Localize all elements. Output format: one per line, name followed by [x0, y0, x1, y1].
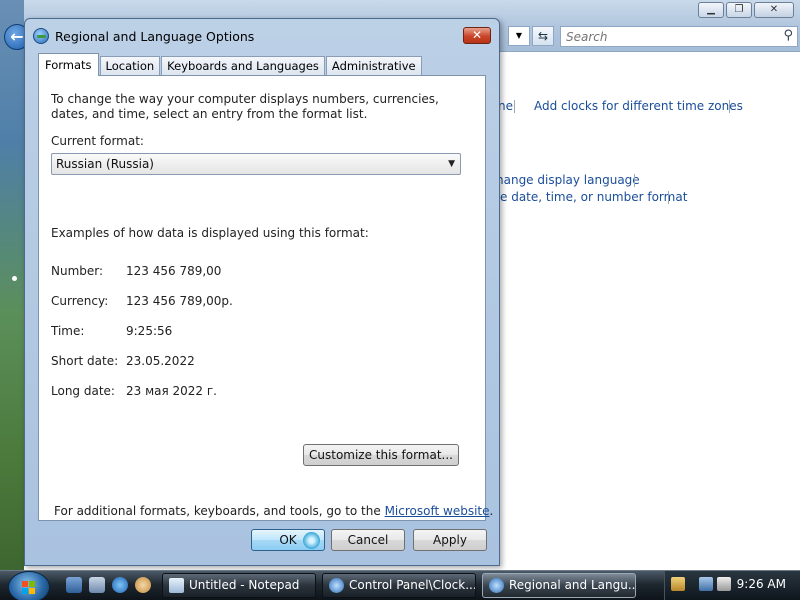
refresh-icon[interactable]: ⇆	[532, 26, 554, 46]
task-control-panel[interactable]: Control Panel\Clock...	[322, 573, 476, 598]
short-date-label: Short date:	[51, 354, 119, 368]
formats-panel: To change the way your computer displays…	[38, 75, 493, 521]
show-desktop-icon[interactable]	[66, 577, 82, 593]
user-avatar-icon[interactable]	[135, 577, 151, 593]
clock[interactable]: 9:26 AM	[737, 577, 786, 591]
microsoft-website-link[interactable]: Microsoft website	[385, 504, 490, 518]
link-separator	[514, 100, 515, 113]
footer-text: For additional formats, keyboards, and t…	[54, 504, 493, 518]
sidebar-dot	[12, 276, 17, 281]
short-date-value: 23.05.2022	[126, 354, 195, 368]
start-button[interactable]	[8, 571, 50, 600]
windows-logo-icon	[22, 581, 36, 594]
window-controls: ▁ ❐ ✕	[698, 2, 794, 18]
link-change-format[interactable]: e date, time, or number format	[500, 190, 687, 204]
window-close-button[interactable]: ✕	[754, 2, 794, 18]
tab-strip: Formats Location Keyboards and Languages…	[38, 53, 423, 76]
cursor-busy-icon	[303, 532, 320, 549]
security-alert-icon[interactable]	[671, 577, 685, 591]
link-separator	[634, 174, 635, 187]
dialog-title: Regional and Language Options	[55, 28, 255, 44]
switch-windows-icon[interactable]	[89, 577, 105, 593]
ok-label: OK	[279, 533, 297, 547]
task-notepad-label: Untitled - Notepad	[189, 578, 300, 592]
link-time-zone-fragment[interactable]: ne	[498, 99, 513, 113]
tab-administrative[interactable]: Administrative	[325, 56, 422, 76]
number-value: 123 456 789,00	[126, 264, 222, 278]
system-tray: 9:26 AM	[664, 571, 800, 600]
globe-icon	[489, 578, 504, 593]
link-separator	[668, 191, 669, 204]
minimize-button[interactable]: ▁	[698, 2, 724, 18]
ok-button[interactable]: OK	[251, 529, 325, 551]
current-format-value: Russian (Russia)	[56, 157, 154, 171]
number-label: Number:	[51, 264, 104, 278]
formats-description: To change the way your computer displays…	[51, 92, 439, 121]
currency-value: 123 456 789,00р.	[126, 294, 233, 308]
tab-formats[interactable]: Formats	[38, 53, 99, 76]
current-format-label: Current format:	[51, 134, 144, 148]
desktop-background-strip	[0, 0, 24, 570]
tab-location[interactable]: Location	[99, 56, 161, 76]
current-format-select[interactable]: Russian (Russia) ▼	[51, 153, 461, 175]
link-change-display-language[interactable]: hange display language	[496, 173, 640, 187]
footer-text-end: .	[489, 504, 494, 518]
task-notepad[interactable]: Untitled - Notepad	[162, 573, 316, 598]
chevron-down-icon[interactable]: ▼	[448, 154, 455, 174]
regional-language-dialog: Regional and Language Options ✕ Formats …	[24, 18, 500, 566]
time-label: Time:	[51, 324, 85, 338]
task-regional-options-label: Regional and Langu...	[509, 578, 636, 592]
task-control-panel-label: Control Panel\Clock...	[349, 578, 476, 592]
network-icon[interactable]	[699, 577, 713, 591]
search-box[interactable]: ⚲	[560, 26, 798, 47]
internet-explorer-icon[interactable]	[112, 577, 128, 593]
examples-heading: Examples of how data is displayed using …	[51, 226, 369, 240]
globe-icon	[33, 28, 49, 44]
cancel-button[interactable]: Cancel	[331, 529, 405, 551]
customize-format-button[interactable]: Customize this format...	[303, 444, 459, 466]
time-value: 9:25:56	[126, 324, 173, 338]
link-separator	[729, 100, 730, 113]
volume-muted-icon[interactable]	[717, 577, 731, 591]
currency-label: Currency:	[51, 294, 109, 308]
address-dropdown-icon[interactable]: ▼	[508, 26, 530, 46]
close-icon[interactable]: ✕	[463, 27, 491, 44]
search-input[interactable]	[561, 27, 771, 46]
tab-keyboards-languages[interactable]: Keyboards and Languages	[161, 56, 325, 76]
search-icon[interactable]: ⚲	[783, 28, 793, 43]
link-add-clocks[interactable]: Add clocks for different time zones	[534, 99, 743, 113]
footer-text-prefix: For additional formats, keyboards, and t…	[54, 504, 385, 518]
long-date-value: 23 мая 2022 г.	[126, 384, 217, 398]
long-date-label: Long date:	[51, 384, 115, 398]
apply-button[interactable]: Apply	[413, 529, 487, 551]
control-panel-icon	[329, 578, 344, 593]
maximize-button[interactable]: ❐	[726, 2, 752, 18]
notepad-icon	[169, 578, 184, 593]
task-regional-options[interactable]: Regional and Langu...	[482, 573, 636, 598]
dialog-titlebar: Regional and Language Options	[33, 25, 254, 47]
